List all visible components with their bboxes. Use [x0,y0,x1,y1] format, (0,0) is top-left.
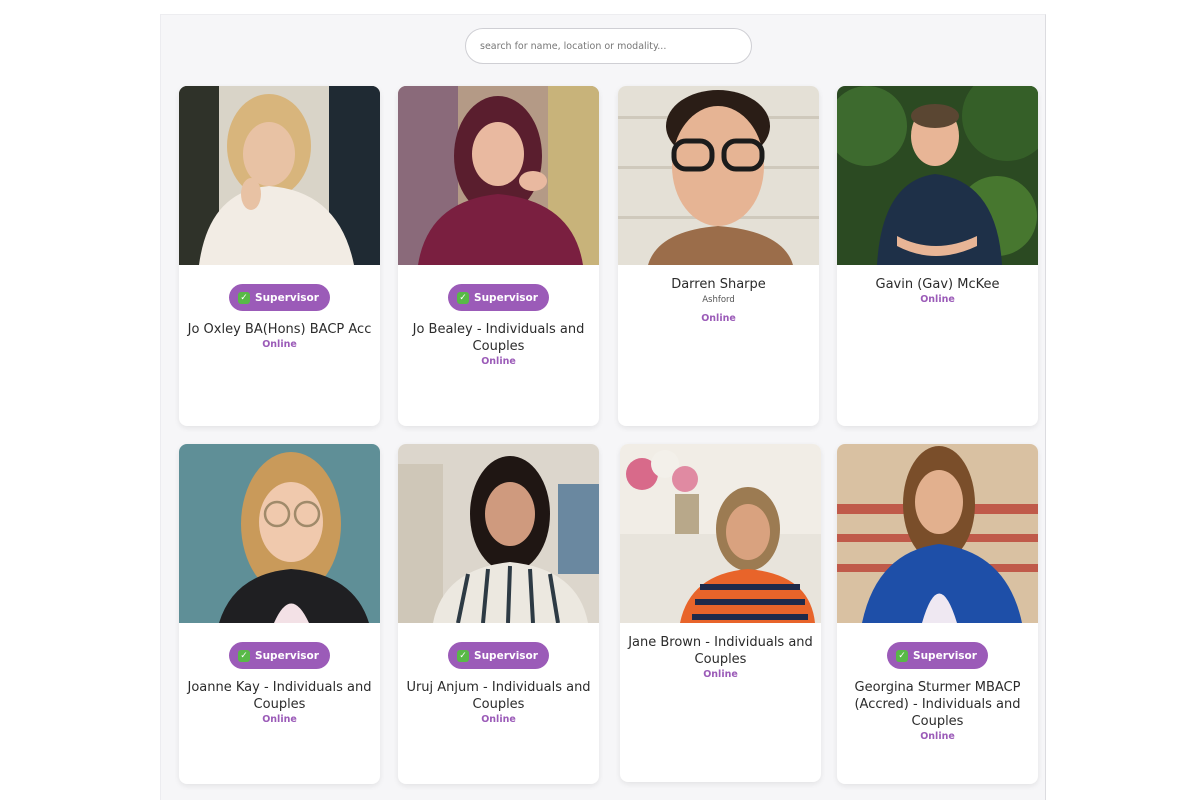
therapist-name[interactable]: Jo Bealey - Individuals and Couples [404,321,593,355]
therapist-card[interactable]: ✓ Supervisor Jo Oxley BA(Hons) BACP Acc … [179,86,380,426]
badge-label: Supervisor [474,649,538,662]
badge-label: Supervisor [474,291,538,304]
session-mode: Online [701,313,736,324]
therapist-card[interactable]: Darren Sharpe Ashford Online [618,86,819,426]
checkmark-icon: ✓ [896,649,909,662]
session-mode: Online [920,731,955,742]
therapist-card[interactable]: Gavin (Gav) McKee Online [837,86,1038,426]
profile-photo [837,86,1038,265]
supervisor-badge: ✓ Supervisor [448,642,549,669]
profile-photo [179,444,380,623]
checkmark-icon: ✓ [457,649,470,662]
therapist-location: Ashford [702,295,735,305]
search-input[interactable] [465,28,752,64]
session-mode: Online [481,356,516,367]
session-mode: Online [262,714,297,725]
therapist-name[interactable]: Jo Oxley BA(Hons) BACP Acc [185,321,374,338]
search-bar [465,28,752,64]
therapist-card[interactable]: ✓ Supervisor Jo Bealey - Individuals and… [398,86,599,426]
therapist-card[interactable]: ✓ Supervisor Georgina Sturmer MBACP (Acc… [837,444,1038,784]
session-mode: Online [703,669,738,680]
profile-photo [179,86,380,265]
page: ✓ Supervisor Jo Oxley BA(Hons) BACP Acc … [0,0,1200,800]
session-mode: Online [920,294,955,305]
profile-photo [398,444,599,623]
checkmark-icon: ✓ [238,649,251,662]
profile-photo [837,444,1038,623]
checkmark-icon: ✓ [238,291,251,304]
checkmark-icon: ✓ [457,291,470,304]
profile-photo [398,86,599,265]
therapist-name[interactable]: Georgina Sturmer MBACP (Accred) - Indivi… [843,679,1032,730]
therapist-name[interactable]: Joanne Kay - Individuals and Couples [185,679,374,713]
supervisor-badge: ✓ Supervisor [448,284,549,311]
therapist-card[interactable]: Jane Brown - Individuals and Couples Onl… [620,444,821,782]
badge-label: Supervisor [913,649,977,662]
session-mode: Online [262,339,297,350]
profile-photo [618,86,819,265]
supervisor-badge: ✓ Supervisor [229,642,330,669]
badge-label: Supervisor [255,649,319,662]
supervisor-badge: ✓ Supervisor [887,642,988,669]
session-mode: Online [481,714,516,725]
therapist-card[interactable]: ✓ Supervisor Joanne Kay - Individuals an… [179,444,380,784]
therapist-name[interactable]: Jane Brown - Individuals and Couples [626,634,815,668]
therapist-name[interactable]: Uruj Anjum - Individuals and Couples [404,679,593,713]
therapist-name[interactable]: Darren Sharpe [624,276,813,293]
badge-label: Supervisor [255,291,319,304]
therapist-card[interactable]: ✓ Supervisor Uruj Anjum - Individuals an… [398,444,599,784]
supervisor-badge: ✓ Supervisor [229,284,330,311]
therapist-name[interactable]: Gavin (Gav) McKee [843,276,1032,293]
profile-photo [620,444,821,623]
